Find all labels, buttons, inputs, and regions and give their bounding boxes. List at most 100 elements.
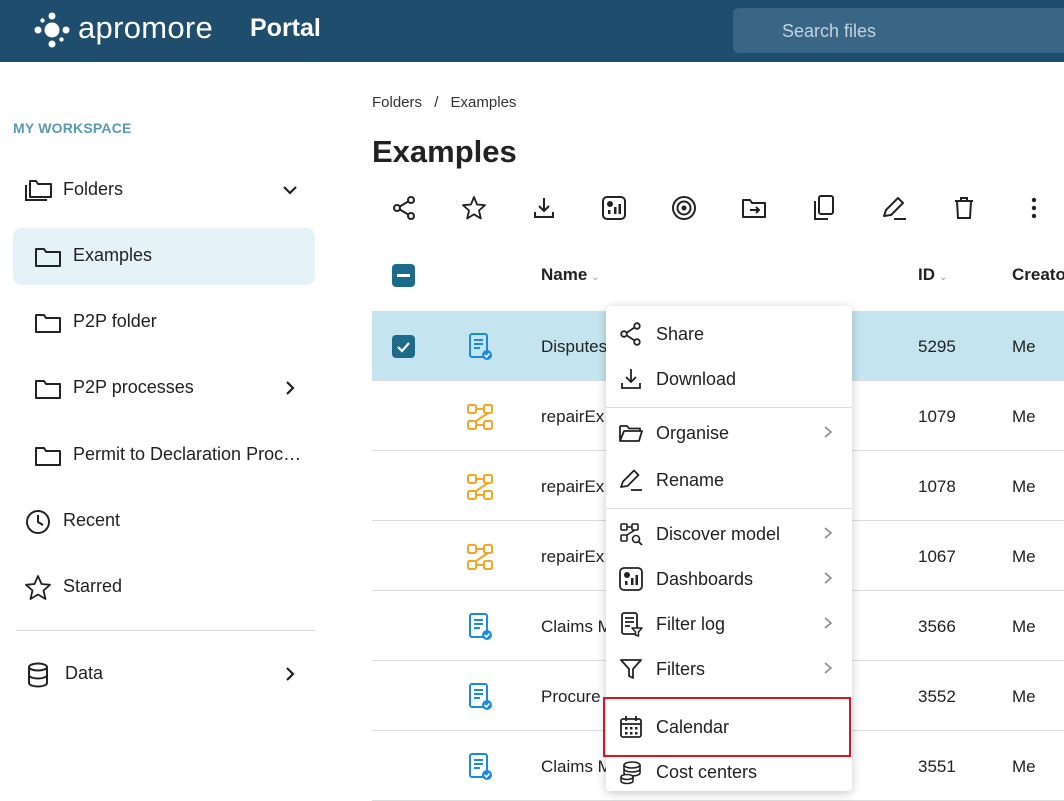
page-title: Examples: [372, 134, 517, 169]
row-id: 1067: [918, 547, 956, 566]
menu-item-label: Filter log: [656, 614, 726, 634]
select-all-checkbox[interactable]: [392, 264, 415, 287]
sidebar-item-examples[interactable]: Examples: [13, 228, 315, 285]
dashboard-icon: [602, 196, 626, 220]
delete-icon: [955, 197, 973, 219]
row-id: 3551: [918, 757, 956, 776]
copy-icon: [814, 195, 834, 220]
menu-item-organise[interactable]: Organise: [606, 411, 852, 455]
chevron-down-icon[interactable]: [280, 180, 300, 200]
event-log-icon: [469, 683, 492, 710]
calendar-highlight-box: [603, 697, 851, 757]
row-name[interactable]: repairEx: [541, 407, 604, 427]
sidebar-item-p2p-folder[interactable]: P2P folder: [13, 294, 315, 351]
process-model-icon: [467, 544, 493, 570]
sidebar-item-folders[interactable]: Folders: [13, 162, 315, 219]
menu-item-label: Download: [656, 369, 737, 389]
column-header-id[interactable]: ID ⌄: [918, 265, 947, 285]
event-log-icon: [469, 333, 492, 360]
sidebar-item-label: Examples: [73, 245, 153, 265]
column-header-label: Creato: [1012, 265, 1064, 284]
column-header-creator[interactable]: Creato: [1012, 265, 1064, 285]
row-name[interactable]: Procure: [541, 687, 601, 707]
discover-icon: [672, 196, 696, 220]
delete-button[interactable]: [950, 194, 978, 222]
sort-icon: ⌄: [591, 272, 600, 283]
product-name[interactable]: Portal: [250, 14, 321, 43]
copy-button[interactable]: [810, 194, 838, 222]
star-icon: [462, 196, 486, 220]
move-button[interactable]: [740, 194, 768, 222]
row-creator: Me: [1012, 757, 1036, 776]
row-creator: Me: [1012, 687, 1036, 706]
process-model-icon: [467, 474, 493, 500]
menu-separator: [606, 508, 852, 509]
chevron-right-icon: [824, 617, 833, 629]
folders-icon: [25, 180, 52, 201]
menu-item-label: Dashboards: [656, 569, 754, 589]
star-button[interactable]: [460, 194, 488, 222]
discover-button[interactable]: [670, 194, 698, 222]
brand-name: apromore: [78, 10, 214, 45]
breadcrumb-separator: /: [434, 94, 439, 111]
rename-button[interactable]: [880, 194, 908, 222]
chevron-right-icon[interactable]: [280, 664, 300, 684]
row-name[interactable]: Claims M: [541, 757, 612, 777]
column-header-label: ID: [918, 265, 935, 284]
sidebar-item-label: Folders: [63, 179, 124, 199]
sidebar-item-label: Starred: [63, 576, 123, 596]
download-icon: [621, 369, 641, 389]
column-header-name[interactable]: Name ⌄: [541, 265, 600, 285]
event-log-icon: [469, 613, 492, 640]
menu-item-label: Cost centers: [656, 762, 758, 782]
row-id: 3552: [918, 687, 956, 706]
menu-item-discover-model[interactable]: Discover model: [606, 512, 852, 556]
folder-icon: [35, 447, 61, 466]
menu-separator: [606, 407, 852, 408]
row-id: 1079: [918, 407, 956, 426]
row-creator: Me: [1012, 617, 1036, 636]
more-button[interactable]: [1020, 194, 1048, 222]
menu-item-rename[interactable]: Rename: [606, 458, 852, 502]
sidebar-item-p2p-processes[interactable]: P2P processes: [13, 360, 315, 417]
check-icon: [397, 342, 410, 353]
breadcrumb-examples[interactable]: Examples: [451, 94, 517, 111]
dashboard-button[interactable]: [600, 194, 628, 222]
rename-icon: [620, 469, 642, 491]
column-header-label: Name: [541, 265, 588, 284]
folder-icon: [35, 380, 61, 399]
row-creator: Me: [1012, 477, 1036, 496]
share-button[interactable]: [390, 194, 418, 222]
sidebar-item-recent[interactable]: Recent: [13, 493, 315, 550]
sort-icon: ⌄: [939, 272, 948, 283]
folder-icon: [35, 248, 61, 267]
more-icon: [1031, 197, 1037, 219]
workspace-title: MY WORKSPACE: [13, 120, 132, 136]
menu-item-label: Discover model: [656, 524, 781, 544]
menu-item-filter-log[interactable]: Filter log: [606, 602, 852, 646]
row-name[interactable]: repairEx: [541, 547, 604, 567]
share-icon: [620, 322, 641, 346]
menu-item-download[interactable]: Download: [606, 357, 852, 401]
folder-open-icon: [619, 425, 643, 442]
sidebar-item-starred[interactable]: Starred: [13, 559, 315, 616]
row-name[interactable]: Disputes: [541, 337, 607, 357]
menu-item-label: Share: [656, 324, 705, 344]
chevron-right-icon: [824, 662, 833, 674]
menu-item-share[interactable]: Share: [606, 312, 852, 356]
discover-model-icon: [620, 523, 643, 546]
row-id: 1078: [918, 477, 956, 496]
menu-item-dashboards[interactable]: Dashboards: [606, 557, 852, 601]
row-name[interactable]: Claims M: [541, 617, 612, 637]
row-checkbox[interactable]: [392, 335, 415, 358]
funnel-icon: [620, 659, 642, 679]
breadcrumb-folders[interactable]: Folders: [372, 94, 422, 111]
search-input[interactable]: Search files: [733, 8, 1064, 53]
sidebar-item-label: P2P folder: [73, 311, 157, 331]
menu-item-filters[interactable]: Filters: [606, 647, 852, 691]
sidebar-item-permit-to-declaration[interactable]: Permit to Declaration Proc…: [13, 427, 315, 484]
sidebar-item-data[interactable]: Data: [13, 646, 315, 703]
row-name[interactable]: repairEx: [541, 477, 604, 497]
download-button[interactable]: [530, 194, 558, 222]
chevron-right-icon[interactable]: [280, 378, 300, 398]
